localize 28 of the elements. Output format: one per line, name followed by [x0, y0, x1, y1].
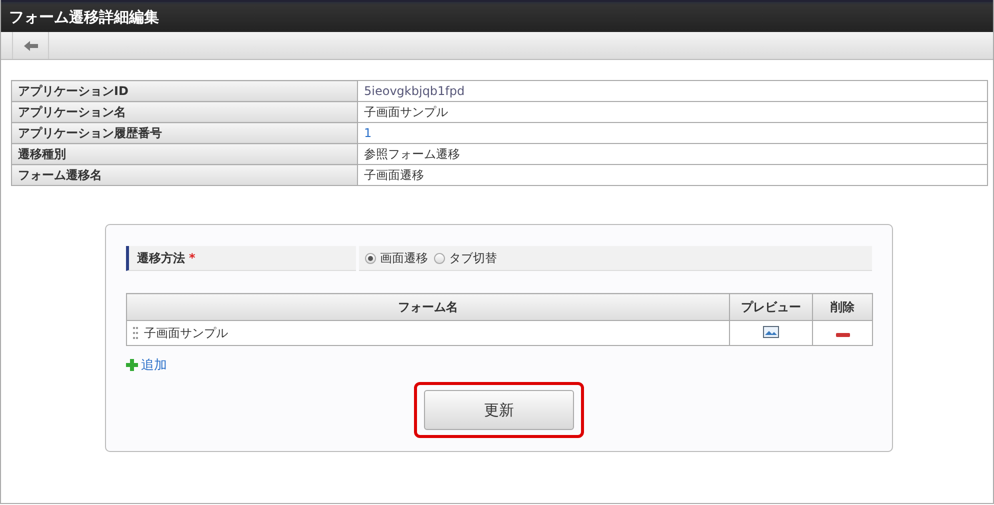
row-value: 子画面サンプル [358, 102, 988, 122]
form-name: 子画面サンプル [144, 324, 228, 342]
delete-minus-icon[interactable] [836, 333, 850, 337]
row-value: 1 [358, 122, 988, 144]
row-value: 子画面遷移 [358, 164, 988, 186]
window-title: フォーム遷移詳細編集 [1, 0, 993, 32]
column-header: プレビュー [730, 294, 812, 320]
column-header: 削除 [812, 294, 872, 320]
row-value: 5ieovgkbjqb1fpd [358, 80, 988, 102]
image-preview-icon[interactable] [763, 326, 779, 338]
row-label: 遷移種別 [12, 144, 358, 164]
row-label: アプリケーション履歴番号 [12, 122, 358, 144]
back-arrow-icon [24, 40, 38, 50]
row-label: フォーム遷移名 [12, 164, 358, 186]
back-button[interactable] [12, 32, 49, 59]
radio-button[interactable] [434, 252, 445, 264]
row-label: アプリケーションID [12, 80, 358, 102]
row-label: アプリケーション名 [12, 102, 358, 122]
radio-label: タブ切替 [449, 250, 497, 266]
radio-button[interactable] [365, 252, 376, 264]
drag-handle-icon[interactable] [133, 327, 138, 339]
update-button[interactable]: 更新 [424, 390, 574, 430]
field-label: 遷移方法 * [126, 246, 356, 271]
column-header: フォーム名 [126, 294, 730, 320]
plus-icon [126, 359, 138, 371]
row-value: 参照フォーム遷移 [358, 144, 988, 164]
radio-label: 画面遷移 [380, 250, 428, 266]
add-link[interactable]: 追加 [126, 356, 167, 374]
